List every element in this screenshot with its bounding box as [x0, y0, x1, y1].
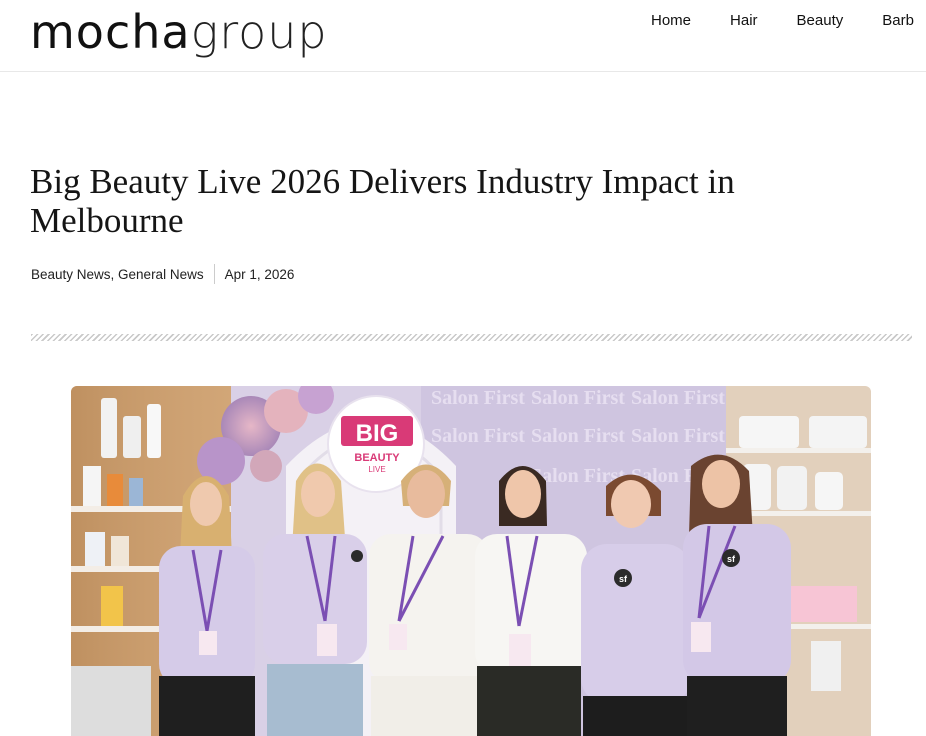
backdrop-text-3: Salon First: [631, 387, 725, 409]
logo-bold-text: mocha: [30, 5, 191, 59]
striped-divider: [31, 334, 912, 341]
sign-big: BIG: [356, 420, 399, 447]
backdrop-text-4: Salon First: [431, 425, 525, 447]
site-header: mochagroup Home Hair Beauty Barb: [0, 0, 926, 72]
hero-image: Salon First Salon First Salon First Salo…: [71, 386, 871, 736]
main-nav: Home Hair Beauty Barb: [651, 12, 926, 30]
nav-item-beauty[interactable]: Beauty: [797, 12, 844, 30]
nav-item-hair[interactable]: Hair: [730, 12, 758, 30]
backdrop-text-1: Salon First: [431, 387, 525, 409]
hero-photo-illustration: Salon First Salon First Salon First Salo…: [71, 386, 871, 736]
article-date: Apr 1, 2026: [224, 266, 295, 282]
shirt-logo-6: sf: [727, 554, 736, 564]
sign-beauty: BEAUTY: [354, 452, 400, 464]
sign-live: LIVE: [368, 465, 385, 474]
article-title: Big Beauty Live 2026 Delivers Industry I…: [30, 162, 735, 240]
backdrop-text-2: Salon First: [531, 387, 625, 409]
nav-item-home[interactable]: Home: [651, 12, 691, 30]
backdrop-text-6: Salon First: [631, 425, 725, 447]
nav-item-barber[interactable]: Barb: [882, 12, 914, 30]
site-logo[interactable]: mochagroup: [30, 4, 328, 60]
article-meta: Beauty News, General News Apr 1, 2026: [31, 264, 294, 284]
shirt-logo-5: sf: [619, 574, 628, 584]
backdrop-text-5: Salon First: [531, 425, 625, 447]
article-categories[interactable]: Beauty News, General News: [31, 267, 214, 282]
logo-light-text: group: [190, 5, 328, 59]
meta-separator: [213, 264, 215, 284]
